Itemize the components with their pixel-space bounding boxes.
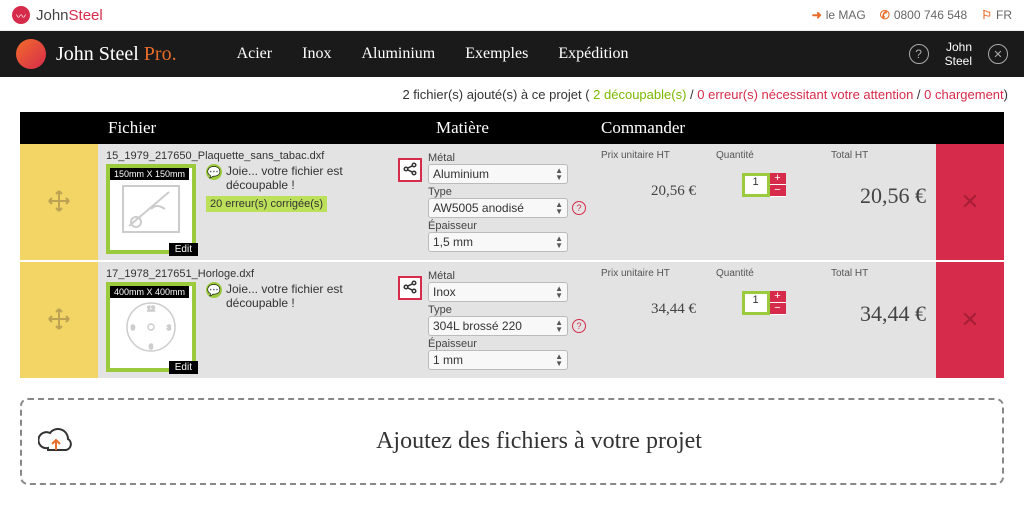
svg-text:6: 6 [149,344,153,351]
select-epaisseur[interactable]: 1 mm▲▼ [428,350,568,370]
close-icon: ✕ [961,189,979,215]
help-button[interactable]: ? [909,44,929,64]
quantity-input[interactable]: 1 [742,173,770,197]
delete-button[interactable]: ✕ [936,144,1004,260]
label-type: Type [428,186,587,198]
app-logo[interactable]: John Steel Pro. [16,39,177,69]
nav-inox[interactable]: Inox [302,45,331,63]
chevron-updown-icon: ▲▼ [555,201,563,215]
table-header: Fichier Matière Commander [20,112,1004,144]
cloud-upload-icon [38,426,74,457]
table-row: 15_1979_217650_Plaquette_sans_tabac.dxf … [20,144,1004,262]
chevron-updown-icon: ▲▼ [555,353,563,367]
status-ok: 💬 Joie... votre fichier est découpable ! [206,282,390,310]
quantity-input[interactable]: 1 [742,291,770,315]
header-matiere: Matière [426,112,591,144]
label-prix: Prix unitaire HT [591,262,706,297]
drag-handle[interactable] [20,262,98,378]
dropzone[interactable]: Ajoutez des fichiers à votre projet [20,398,1004,485]
unit-price: 34,44 € [591,297,706,322]
nav-exemples[interactable]: Exemples [465,45,528,63]
table-row: 17_1978_217651_Horloge.dxf 400mm X 400mm… [20,262,1004,380]
share-button[interactable] [398,276,422,300]
label-total: Total HT [821,144,936,179]
dimensions-badge: 400mm X 400mm [110,286,189,298]
corrections-badge: 20 erreur(s) corrigée(s) [206,196,327,212]
svg-text:12: 12 [147,306,155,313]
phone-icon: ✆ [880,8,890,22]
brand-text-a: John [36,7,69,24]
nav-acier[interactable]: Acier [237,45,273,63]
chevron-updown-icon: ▲▼ [555,285,563,299]
flag-icon: ⚐ [981,8,992,22]
label-metal: Métal [428,270,587,282]
main-navbar: John Steel Pro. Acier Inox Aluminium Exe… [0,31,1024,77]
status-errors: 0 erreur(s) nécessitant votre attention [697,87,913,102]
select-metal[interactable]: Inox▲▼ [428,282,568,302]
label-type: Type [428,304,587,316]
phone-link[interactable]: ✆ 0800 746 548 [880,8,967,22]
arrow-right-icon: ➜ [812,8,822,22]
label-metal: Métal [428,152,587,164]
svg-text:9: 9 [131,325,135,332]
filename: 15_1979_217650_Plaquette_sans_tabac.dxf [106,150,390,162]
label-total: Total HT [821,262,936,297]
qty-minus-button[interactable]: − [770,303,786,315]
info-button[interactable]: ? [572,319,586,333]
brand-logo[interactable]: 〰 JohnSteel [12,6,103,24]
select-metal[interactable]: Aluminium▲▼ [428,164,568,184]
mag-link[interactable]: ➜ le MAG [812,8,866,22]
edit-button[interactable]: Edit [169,243,198,256]
chevron-updown-icon: ▲▼ [555,319,563,333]
filename: 17_1978_217651_Horloge.dxf [106,268,390,280]
user-menu[interactable]: John Steel [945,40,972,69]
svg-text:3: 3 [167,325,171,332]
lang-switcher[interactable]: ⚐ FR [981,8,1012,22]
move-icon [47,307,71,334]
label-prix: Prix unitaire HT [591,144,706,179]
dropzone-text: Ajoutez des fichiers à votre projet [92,428,986,455]
edit-button[interactable]: Edit [169,361,198,374]
qty-minus-button[interactable]: − [770,185,786,197]
chevron-updown-icon: ▲▼ [555,235,563,249]
logo-circle-icon [16,39,46,69]
select-type[interactable]: 304L brossé 220▲▼ [428,316,568,336]
unit-price: 20,56 € [591,179,706,204]
total-price: 20,56 € [821,179,936,213]
label-epaisseur: Épaisseur [428,220,587,232]
select-epaisseur[interactable]: 1,5 mm▲▼ [428,232,568,252]
check-icon: 💬 [206,282,222,298]
status-ok: 💬 Joie... votre fichier est découpable ! [206,164,390,192]
dimensions-badge: 150mm X 150mm [110,168,189,180]
header-fichier: Fichier [98,112,398,144]
project-status: 2 fichier(s) ajouté(s) à ce projet ( 2 d… [0,77,1024,112]
status-decoupables: 2 découpable(s) [593,87,686,102]
check-icon: 💬 [206,164,222,180]
share-button[interactable] [398,158,422,182]
topbar: 〰 JohnSteel ➜ le MAG ✆ 0800 746 548 ⚐ FR [0,0,1024,31]
share-icon [403,280,417,297]
delete-button[interactable]: ✕ [936,262,1004,378]
share-icon [403,162,417,179]
nav-aluminium[interactable]: Aluminium [361,45,435,63]
brand-mark-icon: 〰 [12,6,30,24]
status-loading: 0 chargement [924,87,1004,102]
select-type[interactable]: AW5005 anodisé▲▼ [428,198,568,218]
move-icon [47,189,71,216]
nav-expedition[interactable]: Expédition [558,45,628,63]
header-commander: Commander [591,112,1004,144]
files-table: Fichier Matière Commander 15_1979_217650… [20,112,1004,380]
close-icon: ✕ [961,307,979,333]
chevron-updown-icon: ▲▼ [555,167,563,181]
drag-handle[interactable] [20,144,98,260]
info-button[interactable]: ? [572,201,586,215]
brand-text-b: Steel [69,7,103,24]
close-button[interactable]: ✕ [988,44,1008,64]
total-price: 34,44 € [821,297,936,331]
label-epaisseur: Épaisseur [428,338,587,350]
